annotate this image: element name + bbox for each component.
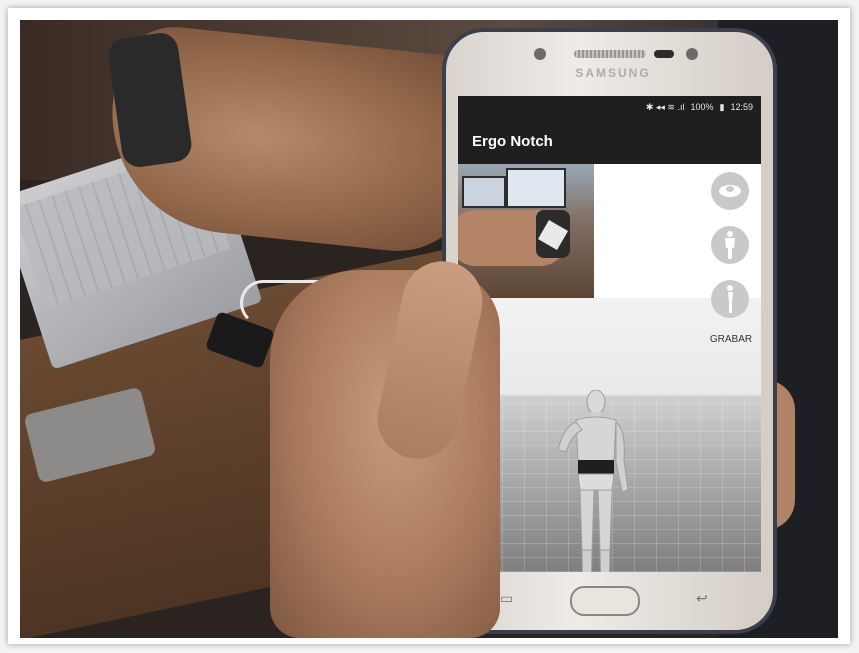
phone-screen: ✱ ◂◂ ≋ .ıl 100% ▮ 12:59 Ergo Notch GRABA… bbox=[458, 96, 761, 572]
recent-apps-icon[interactable]: ▭ bbox=[500, 590, 513, 607]
battery-icon: ▮ bbox=[719, 101, 725, 112]
preview-monitor bbox=[462, 176, 506, 208]
phone-brand: SAMSUNG bbox=[575, 66, 651, 80]
side-view-icon bbox=[727, 285, 733, 313]
back-icon[interactable]: ↩ bbox=[696, 590, 708, 607]
app-content: GRABAR bbox=[458, 164, 761, 572]
clock: 12:59 bbox=[730, 102, 753, 112]
front-sensor-icon bbox=[686, 48, 698, 60]
view-toolbar: GRABAR bbox=[701, 164, 761, 364]
top-view-button[interactable] bbox=[711, 172, 749, 210]
battery-level: 100% bbox=[690, 102, 714, 112]
front-view-button[interactable] bbox=[711, 226, 749, 264]
status-icons: ✱ ◂◂ ≋ .ıl bbox=[645, 101, 685, 112]
earpiece-speaker bbox=[574, 50, 646, 58]
front-view-icon bbox=[725, 231, 735, 259]
mannequin-figure bbox=[558, 390, 629, 572]
home-button[interactable] bbox=[570, 586, 640, 616]
preview-monitor bbox=[506, 168, 566, 208]
record-button[interactable]: GRABAR bbox=[703, 334, 759, 345]
top-view-icon bbox=[719, 185, 741, 197]
proximity-sensor bbox=[654, 50, 674, 58]
camera-preview bbox=[458, 164, 594, 298]
side-view-button[interactable] bbox=[711, 280, 749, 318]
status-bar: ✱ ◂◂ ≋ .ıl 100% ▮ 12:59 bbox=[458, 96, 761, 118]
front-camera-icon bbox=[534, 48, 546, 60]
app-title: Ergo Notch bbox=[472, 132, 553, 150]
app-bar: Ergo Notch bbox=[458, 118, 761, 164]
photo: SAMSUNG ✱ ◂◂ ≋ .ıl 100% ▮ 12:59 Ergo Not… bbox=[20, 20, 838, 638]
